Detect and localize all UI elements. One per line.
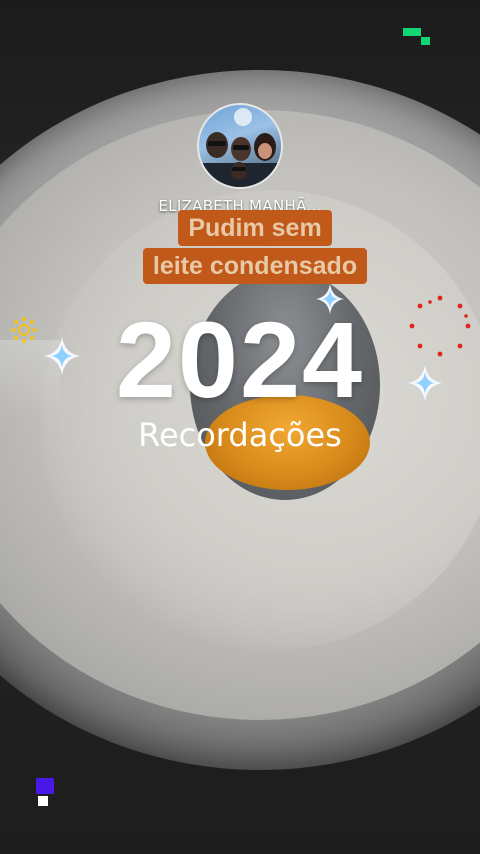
memory-video-frame[interactable]: ELIZABETH MANHÃ... Pudim sem leite conde… — [0, 0, 480, 854]
recipe-caption: Pudim sem leite condensado — [130, 210, 380, 284]
memories-title: Recordações — [138, 416, 342, 454]
caption-line-1: Pudim sem — [178, 210, 332, 246]
profile-photo-icon — [199, 108, 281, 187]
caption-line-2: leite condensado — [142, 248, 368, 284]
blue-pixel-icon — [36, 778, 54, 806]
green-pixel-icon — [403, 28, 430, 45]
memory-year: 2024 — [115, 299, 365, 420]
avatar[interactable] — [197, 103, 283, 189]
